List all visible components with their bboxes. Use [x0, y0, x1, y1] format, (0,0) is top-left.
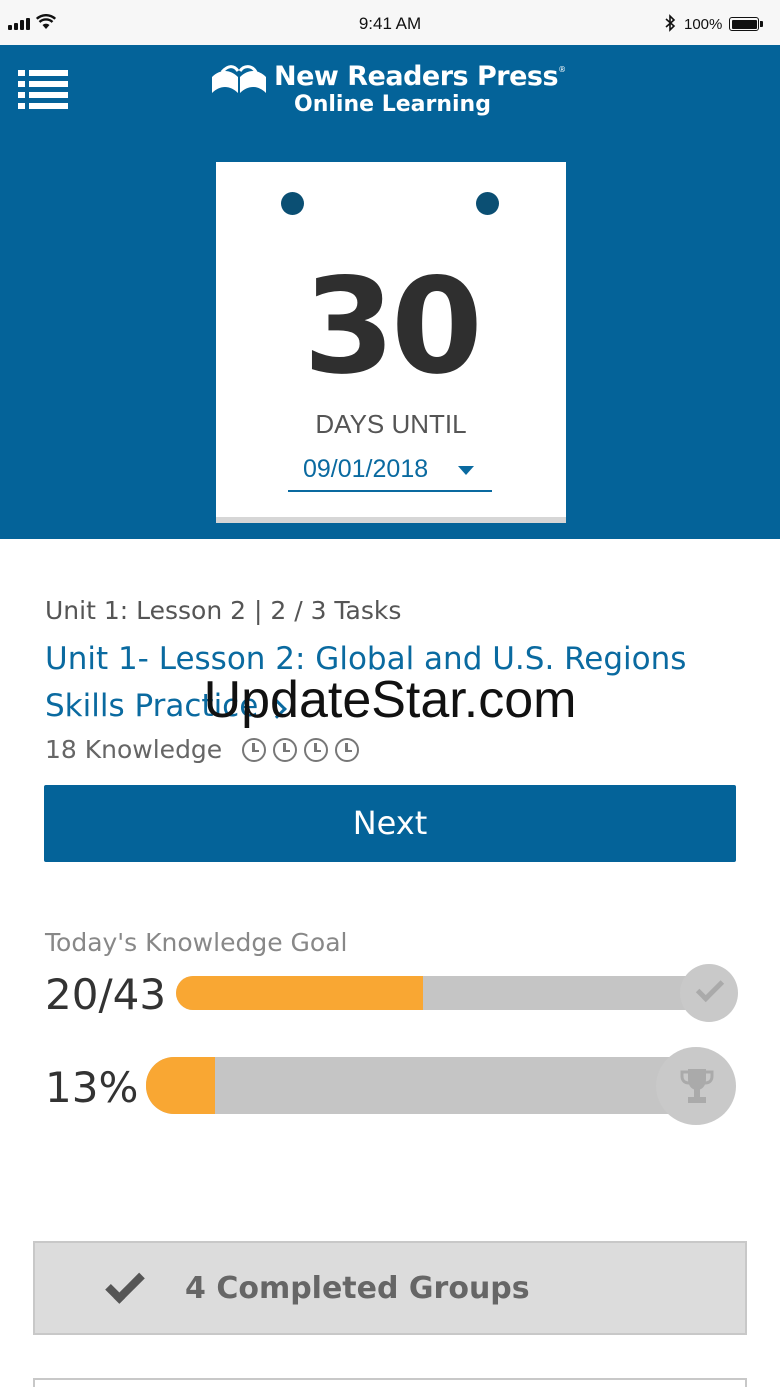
goal-progress-bar — [176, 964, 738, 1022]
lesson-meta: Unit 1: Lesson 2 | 2 / 3 Tasks — [45, 596, 402, 625]
status-time: 9:41 AM — [358, 14, 422, 33]
lesson-title-link[interactable]: Unit 1- Lesson 2: Global and U.S. Region… — [45, 636, 745, 730]
next-button[interactable]: Next — [44, 785, 736, 862]
clock-icon — [242, 737, 267, 762]
clock-icon — [273, 737, 298, 762]
goal-value: 20/43 — [45, 970, 167, 1019]
clock-icon — [335, 737, 360, 762]
battery-percent: 100% — [684, 16, 723, 33]
brand-logo: New Readers Press® Online Learning — [210, 61, 580, 121]
menu-list-icon[interactable] — [18, 70, 68, 110]
percent-value: 13% — [45, 1063, 139, 1112]
brand-subtitle: Online Learning — [294, 92, 491, 117]
lesson-title-text: Unit 1- Lesson 2: Global and U.S. Region… — [45, 641, 687, 724]
countdown-calendar: 30 DAYS UNTIL 09/01/2018 — [216, 162, 566, 523]
clock-icons — [242, 737, 360, 762]
calendar-ring-left — [281, 192, 304, 215]
percent-progress-end — [656, 1047, 736, 1125]
goal-progress-fill — [176, 976, 423, 1010]
status-bar: 9:41 AM 100% — [0, 0, 780, 45]
check-icon — [105, 1264, 145, 1304]
days-count: 30 — [303, 250, 483, 404]
percent-progress-fill — [146, 1057, 215, 1114]
brand-name: New Readers Press® — [274, 61, 566, 92]
next-group-panel[interactable] — [33, 1378, 747, 1387]
goal-label: Today's Knowledge Goal — [45, 928, 348, 957]
completed-groups-toggle[interactable]: 4 Completed Groups — [33, 1241, 747, 1335]
days-until-label: DAYS UNTIL — [315, 409, 467, 439]
check-icon — [695, 973, 725, 1003]
percent-progress-track — [146, 1057, 706, 1114]
target-date-select[interactable]: 09/01/2018 — [288, 450, 492, 492]
header: New Readers Press® Online Learning 30 DA… — [0, 45, 780, 539]
caret-down-icon — [458, 466, 474, 475]
knowledge-row: 18 Knowledge — [45, 735, 360, 764]
clock-icon — [304, 737, 329, 762]
trophy-icon — [680, 1069, 714, 1103]
battery-icon — [729, 17, 763, 31]
goal-progress-end — [680, 964, 738, 1022]
bluetooth-icon — [665, 14, 676, 32]
percent-progress-bar — [146, 1047, 736, 1125]
book-logo-icon — [212, 65, 266, 93]
completed-groups-label: 4 Completed Groups — [185, 1271, 530, 1306]
chevron-right-icon — [267, 699, 288, 719]
knowledge-points: 18 Knowledge — [45, 735, 223, 764]
target-date-value: 09/01/2018 — [303, 455, 429, 483]
calendar-ring-right — [476, 192, 499, 215]
